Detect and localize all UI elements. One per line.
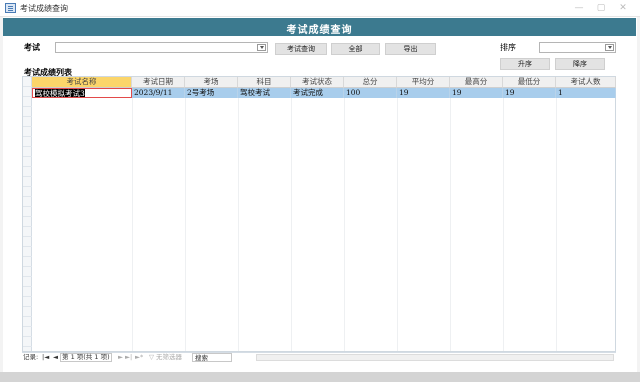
column-header[interactable]: 总分: [344, 77, 397, 88]
cell-text: 驾校模拟考试3: [35, 89, 85, 98]
column-header[interactable]: 平均分: [397, 77, 450, 88]
column-header[interactable]: 考试人数: [556, 77, 616, 88]
exam-select[interactable]: [55, 42, 268, 53]
sort-select[interactable]: [539, 42, 616, 53]
minimize-icon[interactable]: —: [572, 2, 586, 14]
column-header[interactable]: 考试状态: [291, 77, 344, 88]
column-divider: [397, 98, 398, 351]
first-record-icon[interactable]: |◄: [42, 353, 49, 362]
exam-label: 考试: [24, 42, 40, 52]
column-header[interactable]: 考试名称: [32, 77, 132, 88]
table-cell[interactable]: 2号考场: [185, 88, 238, 98]
column-divider: [450, 98, 451, 351]
table-cell[interactable]: 100: [344, 88, 397, 98]
query-button[interactable]: 考试查询: [275, 43, 327, 55]
column-divider: [503, 98, 504, 351]
record-label: 记录:: [23, 353, 39, 361]
close-icon[interactable]: ✕: [616, 2, 630, 14]
record-selector-column: [23, 77, 32, 351]
column-header[interactable]: 最高分: [450, 77, 503, 88]
export-button[interactable]: 导出: [385, 43, 436, 55]
table-cell[interactable]: 19: [397, 88, 450, 98]
sort-label: 排序: [500, 43, 516, 52]
column-divider: [344, 98, 345, 351]
window-titlebar: 考试成绩查询 — ▢ ✕: [0, 0, 640, 17]
column-divider: [556, 98, 557, 351]
results-datasheet[interactable]: 考试名称 考试日期 考场 科目 考试状态 总分 平均分 最高分 最低分 考试人数…: [22, 76, 616, 352]
row-lines: [23, 77, 32, 351]
record-navigation: 记录: |◄ ◄ 第 1 项(共 1 项) ► ►| ►* ▽ 无筛选器 搜索: [22, 352, 616, 362]
filter-status[interactable]: 无筛选器: [156, 353, 182, 362]
column-divider: [291, 98, 292, 351]
table-cell[interactable]: 2023/9/11: [132, 88, 185, 98]
horizontal-scrollbar[interactable]: [256, 354, 614, 361]
next-record-icon[interactable]: ►: [118, 353, 123, 362]
previous-record-icon[interactable]: ◄: [53, 353, 58, 362]
column-header[interactable]: 考场: [185, 77, 238, 88]
chevron-down-icon[interactable]: [257, 44, 266, 51]
window-title: 考试成绩查询: [20, 4, 68, 13]
filter-icon[interactable]: ▽: [149, 353, 154, 362]
form-icon: [5, 3, 16, 13]
table-cell[interactable]: 驾校模拟考试3: [32, 88, 132, 98]
table-cell[interactable]: 考试完成: [291, 88, 344, 98]
left-border: [0, 17, 3, 372]
maximize-icon[interactable]: ▢: [594, 2, 608, 14]
ascending-button[interactable]: 升序: [500, 58, 550, 70]
all-button[interactable]: 全部: [331, 43, 380, 55]
column-header[interactable]: 考试日期: [132, 77, 185, 88]
column-divider: [238, 98, 239, 351]
column-header[interactable]: 最低分: [503, 77, 556, 88]
chevron-down-icon[interactable]: [605, 44, 614, 51]
column-header[interactable]: 科目: [238, 77, 291, 88]
status-bar: [0, 372, 640, 382]
table-cell[interactable]: 19: [503, 88, 556, 98]
last-record-icon[interactable]: ►|: [125, 353, 132, 362]
table-row[interactable]: 驾校模拟考试3 2023/9/11 2号考场 驾校考试 考试完成 100 19 …: [32, 88, 616, 98]
table-cell[interactable]: 驾校考试: [238, 88, 291, 98]
table-cell[interactable]: 19: [450, 88, 503, 98]
column-divider: [185, 98, 186, 351]
record-position[interactable]: 第 1 项(共 1 项): [60, 353, 112, 362]
new-record-icon[interactable]: ►*: [135, 353, 143, 362]
header-banner: 考试成绩查询: [3, 18, 636, 36]
descending-button[interactable]: 降序: [555, 58, 605, 70]
table-cell[interactable]: 1: [556, 88, 616, 98]
search-input[interactable]: 搜索: [192, 353, 232, 362]
column-divider: [132, 98, 133, 351]
page-title: 考试成绩查询: [286, 25, 353, 36]
